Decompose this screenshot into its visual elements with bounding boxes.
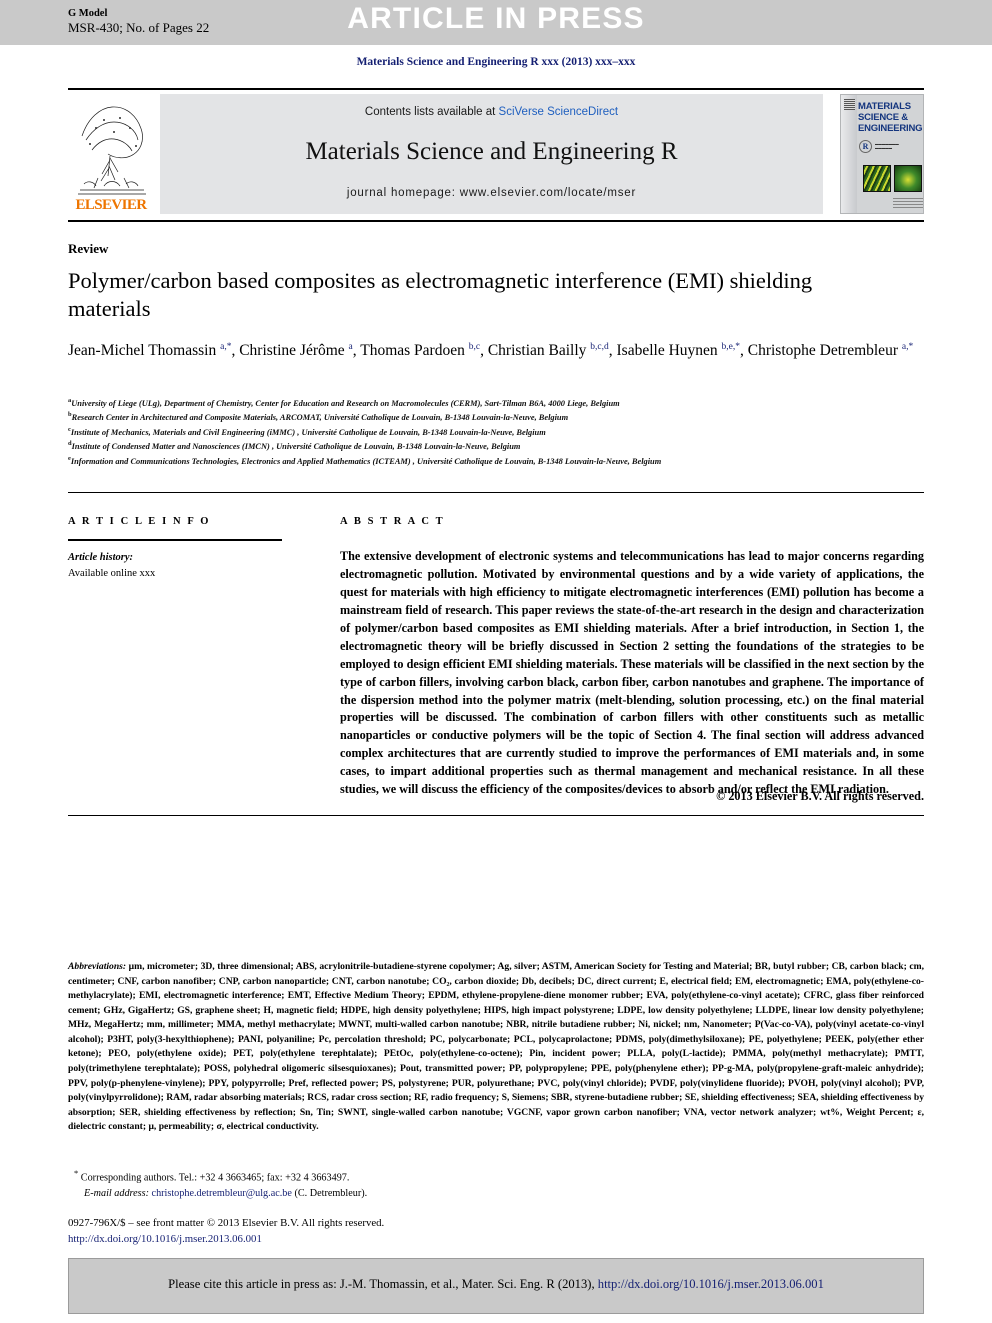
cover-spine [841, 95, 857, 213]
barcode-icon [844, 99, 855, 110]
elsevier-tree-icon [78, 106, 146, 195]
journal-cover-thumbnail: MATERIALS SCIENCE & ENGINEERING R ▬▬▬▬▬▬… [840, 94, 924, 214]
page-title: Polymer/carbon based composites as elect… [68, 268, 813, 322]
elsevier-logo: ELSEVIER [68, 94, 154, 216]
author-list: Jean-Michel Thomassin a,*, Christine Jér… [68, 341, 914, 359]
cover-title: MATERIALS SCIENCE & ENGINEERING [858, 101, 923, 135]
masthead-top-rule [68, 88, 924, 90]
cover-subtitle: ▬▬▬▬▬▬▬ ▬▬▬▬▬ [875, 142, 899, 151]
article-in-press-text: ARTICLE IN PRESS [347, 2, 645, 35]
abstract-heading: A B S T R A C T [340, 516, 445, 527]
contents-available-line: Contents lists available at SciVerse Sci… [160, 106, 823, 118]
affiliation-item: dInstitute of Condensed Matter and Nanos… [68, 440, 521, 452]
article-page: G Model MSR-430; No. of Pages 22 ARTICLE… [0, 0, 992, 1323]
article-history-label: Article history: [68, 552, 134, 563]
issn-line: 0927-796X/$ – see front matter © 2013 El… [68, 1217, 385, 1229]
elsevier-wordmark: ELSEVIER [75, 197, 147, 213]
abstract-bottom-rule [68, 815, 924, 816]
abstract-body: The extensive development of electronic … [340, 549, 924, 797]
article-info-heading: A R T I C L E I N F O [68, 516, 211, 527]
email-link[interactable]: christophe.detrembleur@ulg.ac.be [152, 1188, 292, 1199]
article-type-kicker: Review [68, 241, 109, 256]
article-history: Article history: Available online xxx [68, 550, 288, 583]
corresponding-line: * Corresponding authors. Tel.: +32 4 366… [68, 1167, 924, 1186]
corresponding-marker: * [74, 1168, 79, 1178]
contents-prefix: Contents lists available at [364, 106, 499, 118]
affiliation-item: cInstitute of Mechanics, Materials and C… [68, 425, 546, 437]
abstract-copyright: © 2013 Elsevier B.V. All rights reserved… [716, 789, 924, 803]
affiliation-item: bResearch Center in Architectured and Co… [68, 411, 569, 423]
affiliation-item: eInformation and Communications Technolo… [68, 454, 662, 466]
cover-footer-marks [893, 196, 923, 208]
corresponding-author-note: * Corresponding authors. Tel.: +32 4 366… [68, 1167, 924, 1201]
abbreviations-block: Abbreviations: μm, micrometer; 3D, three… [68, 960, 924, 1135]
abstract-top-rule [68, 492, 924, 493]
doi-link[interactable]: http://dx.doi.org/10.1016/j.mser.2013.06… [68, 1231, 924, 1247]
cite-this-article-text: Please cite this article in press as: J.… [68, 1277, 924, 1292]
affiliation-marker: c [68, 425, 71, 433]
sciencedirect-link[interactable]: SciVerse ScienceDirect [499, 106, 619, 118]
abbreviations-text: μm, micrometer; 3D, three dimensional; A… [68, 961, 924, 1133]
email-line: E-mail address: christophe.detrembleur@u… [68, 1186, 924, 1201]
cite-prefix: Please cite this article in press as: J.… [168, 1277, 598, 1291]
email-label: E-mail address: [84, 1187, 149, 1199]
affiliation-marker: a [68, 397, 72, 404]
journal-title: Materials Science and Engineering R [305, 138, 678, 165]
affiliation-item: aUniversity of Liege (ULg), Department o… [68, 397, 620, 408]
affiliation-marker: e [68, 454, 71, 462]
journal-homepage[interactable]: journal homepage: www.elsevier.com/locat… [160, 187, 823, 199]
article-history-value: Available online xxx [68, 568, 156, 580]
affiliation-marker: d [68, 440, 72, 448]
cover-r-badge: R [859, 140, 872, 153]
affiliation-marker: b [68, 411, 72, 419]
abbreviations-label: Abbreviations: [68, 961, 127, 972]
cover-image-left [863, 165, 891, 192]
cover-image-right [894, 165, 922, 192]
journal-masthead: ELSEVIER Contents lists available at Sci… [68, 94, 924, 216]
affiliation-list: aUniversity of Liege (ULg), Department o… [68, 396, 938, 468]
email-suffix: (C. Detrembleur). [291, 1187, 368, 1199]
journal-reference: Materials Science and Engineering R xxx … [356, 56, 636, 68]
article-info-rule [68, 539, 282, 541]
footer-issn-block: 0927-796X/$ – see front matter © 2013 El… [68, 1215, 924, 1247]
masthead-bottom-rule [68, 220, 924, 222]
corresponding-contact: Corresponding authors. Tel.: +32 4 36634… [80, 1172, 350, 1184]
journal-banner: Contents lists available at SciVerse Sci… [160, 94, 823, 214]
cover-title-line3: ENGINEERING [858, 122, 923, 134]
cite-doi-link[interactable]: http://dx.doi.org/10.1016/j.mser.2013.06… [598, 1277, 824, 1291]
